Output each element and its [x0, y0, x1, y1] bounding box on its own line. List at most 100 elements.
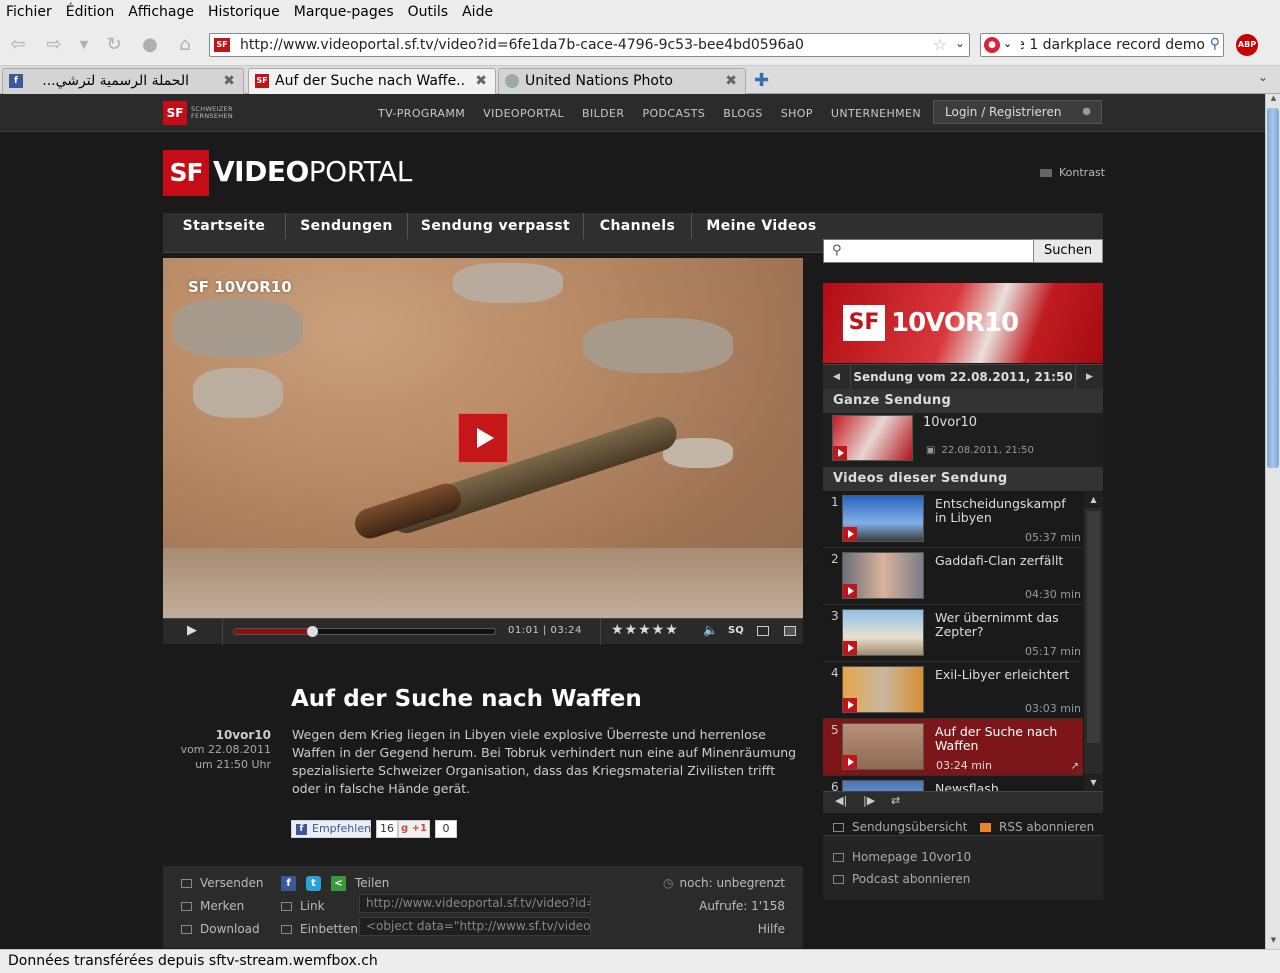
site-search-input[interactable] — [848, 242, 1028, 260]
scroll-thumb[interactable] — [1267, 108, 1279, 468]
hilfe-link[interactable]: Hilfe — [758, 922, 785, 936]
url-text[interactable]: http://www.videoportal.sf.tv/video?id=6f… — [240, 37, 930, 53]
tab-videoportal[interactable]: SF Auf der Suche nach Waffe... ✖ — [248, 68, 496, 95]
list-item-selected[interactable]: 5 Auf der Suche nach Waffen 03:24 min ↗ — [823, 719, 1083, 776]
tab-list-icon[interactable]: ⌄ — [1258, 70, 1268, 84]
menu-outils[interactable]: Outils — [408, 4, 448, 20]
teilen-link[interactable]: Teilen — [355, 876, 389, 890]
url-bar[interactable]: SF http://www.videoportal.sf.tv/video?id… — [209, 33, 970, 57]
list-item[interactable]: 6 Newsflash — [823, 776, 1083, 791]
fullscreen-icon[interactable] — [784, 626, 796, 636]
link-field[interactable]: http://www.videoportal.sf.tv/video?id= — [359, 894, 591, 913]
big-play-button[interactable] — [458, 413, 508, 463]
close-tab-icon[interactable]: ✖ — [475, 69, 487, 93]
adblock-icon[interactable]: ABP — [1236, 34, 1258, 56]
search-button[interactable]: Suchen — [1033, 239, 1103, 263]
close-tab-icon[interactable]: ✖ — [725, 69, 737, 93]
videoportal-logo-text[interactable]: VIDEOPORTAL — [213, 152, 412, 192]
back-icon[interactable]: ⇦ — [6, 33, 30, 57]
nav-channels[interactable]: Channels — [584, 213, 692, 239]
close-tab-icon[interactable]: ✖ — [223, 69, 235, 93]
podcast-link[interactable]: Podcast abonnieren — [833, 872, 970, 886]
login-button[interactable]: Login / Registrieren ● — [933, 100, 1102, 124]
facebook-share-icon[interactable]: f — [281, 876, 296, 891]
scroll-thumb[interactable] — [1087, 511, 1100, 743]
menu-historique[interactable]: Historique — [208, 4, 280, 20]
list-item[interactable]: 3 Wer übernimmt das Zepter? 05:17 min — [823, 605, 1083, 662]
list-item[interactable]: 4 Exil-Libyer erleichtert 03:03 min — [823, 662, 1083, 719]
repeat-icon[interactable]: ⇄ — [891, 794, 900, 807]
topnav-unternehmen[interactable]: UNTERNEHMEN — [831, 107, 921, 120]
page-scrollbar[interactable]: ▲ ▼ — [1265, 94, 1280, 949]
article-show[interactable]: 10vor10 — [163, 728, 271, 742]
video-player[interactable]: SF 10VOR10 — [163, 258, 803, 618]
web-search-input[interactable]: ● ⌄ ke 1 darkplace record demo ⚲ — [980, 33, 1224, 57]
skip-forward-icon[interactable]: |▶ — [863, 794, 875, 807]
search-text[interactable]: ke 1 darkplace record demo — [1021, 37, 1205, 53]
nav-sendungen[interactable]: Sendungen — [286, 213, 408, 239]
search-icon[interactable]: ⚲ — [1210, 36, 1220, 52]
tab-facebook[interactable]: f الحملة الرسمية لترشي... ✖ — [2, 68, 244, 94]
menu-aide[interactable]: Aide — [462, 4, 493, 20]
search-engine-dropdown-icon[interactable]: ⌄ — [1003, 37, 1012, 50]
menu-edition[interactable]: Édition — [66, 4, 114, 20]
nav-meine-videos[interactable]: Meine Videos — [692, 213, 831, 239]
menu-marque-pages[interactable]: Marque-pages — [294, 4, 394, 20]
new-tab-icon[interactable]: ✚ — [754, 70, 769, 91]
scroll-down-icon[interactable]: ▼ — [1084, 774, 1103, 791]
sf-logo[interactable]: SF — [163, 150, 209, 196]
bookmark-star-icon[interactable]: ☆ — [933, 35, 947, 54]
sf-small-logo[interactable]: SF — [163, 101, 187, 125]
menu-affichage[interactable]: Affichage — [128, 4, 194, 20]
sendungsuebersicht-link[interactable]: Sendungsübersicht — [833, 820, 967, 834]
reload-icon[interactable]: ↻ — [102, 33, 126, 57]
menu-fichier[interactable]: Fichier — [6, 4, 52, 20]
facebook-like-button[interactable]: f Empfehlen — [291, 820, 371, 838]
play-icon[interactable]: ▶ — [187, 623, 197, 638]
next-episode-icon[interactable]: ▶ — [1075, 365, 1103, 389]
topnav-bilder[interactable]: BILDER — [582, 107, 624, 120]
versenden-link[interactable]: Versenden — [181, 876, 263, 890]
home-icon[interactable]: ⌂ — [173, 33, 197, 57]
homepage-link[interactable]: Homepage 10vor10 — [833, 850, 971, 864]
search-engine-icon[interactable]: ● — [984, 37, 1000, 53]
nav-sendung-verpasst[interactable]: Sendung verpasst — [408, 213, 584, 239]
scroll-up-icon[interactable]: ▲ — [1267, 94, 1280, 107]
scroll-up-icon[interactable]: ▲ — [1084, 491, 1103, 508]
seek-handle[interactable] — [307, 626, 319, 637]
twitter-icon[interactable]: t — [306, 876, 321, 891]
scroll-down-icon[interactable]: ▼ — [1267, 936, 1280, 949]
merken-link[interactable]: Merken — [181, 899, 244, 913]
quality-toggle[interactable]: SQ — [728, 625, 744, 636]
url-dropdown-icon[interactable]: ⌄ — [955, 36, 965, 50]
topnav-tv-programm[interactable]: TV-PROGRAMM — [378, 107, 465, 120]
list-item[interactable]: 2 Gaddafi-Clan zerfällt 04:30 min — [823, 548, 1083, 605]
previous-episode-icon[interactable]: ◀ — [823, 365, 851, 389]
topnav-blogs[interactable]: BLOGS — [723, 107, 762, 120]
topnav-podcasts[interactable]: PODCASTS — [642, 107, 705, 120]
popout-icon[interactable] — [757, 626, 769, 636]
video-list-scrollbar[interactable]: ▲ ▼ — [1084, 491, 1103, 791]
embed-field[interactable]: <object data="http://www.sf.tv/video — [359, 917, 591, 936]
share-icon[interactable]: < — [331, 876, 346, 891]
share-icon[interactable]: ↗ — [1071, 761, 1079, 772]
topnav-videoportal[interactable]: VIDEOPORTAL — [483, 107, 564, 120]
topnav-shop[interactable]: SHOP — [781, 107, 813, 120]
list-item[interactable]: 1 Entscheidungskampf in Libyen 05:37 min — [823, 491, 1083, 548]
seek-bar[interactable] — [233, 626, 496, 637]
kontrast-toggle[interactable]: Kontrast — [1040, 166, 1105, 179]
menu-bar: Fichier Édition Affichage Historique Mar… — [0, 0, 1280, 24]
download-link[interactable]: Download — [181, 922, 260, 936]
gplus-button[interactable]: g +1 — [398, 820, 430, 838]
stop-icon[interactable]: ● — [138, 33, 162, 57]
history-dropdown-icon[interactable]: ▼ — [72, 33, 96, 57]
full-episode-item[interactable]: 10vor10 ▣ 22.08.2011, 21:50 — [823, 413, 1103, 467]
skip-back-icon[interactable]: ◀| — [835, 794, 847, 807]
volume-icon[interactable]: 🔈 — [703, 623, 718, 637]
show-banner[interactable]: SF 10VOR10 — [823, 283, 1103, 363]
nav-startseite[interactable]: Startseite — [163, 213, 286, 239]
rating-stars[interactable]: ★★★★★ — [611, 622, 679, 638]
tab-un-photo[interactable]: United Nations Photo ✖ — [498, 68, 746, 94]
forward-icon[interactable]: ⇨ — [42, 33, 66, 57]
rss-link[interactable]: RSS abonnieren — [980, 820, 1094, 834]
